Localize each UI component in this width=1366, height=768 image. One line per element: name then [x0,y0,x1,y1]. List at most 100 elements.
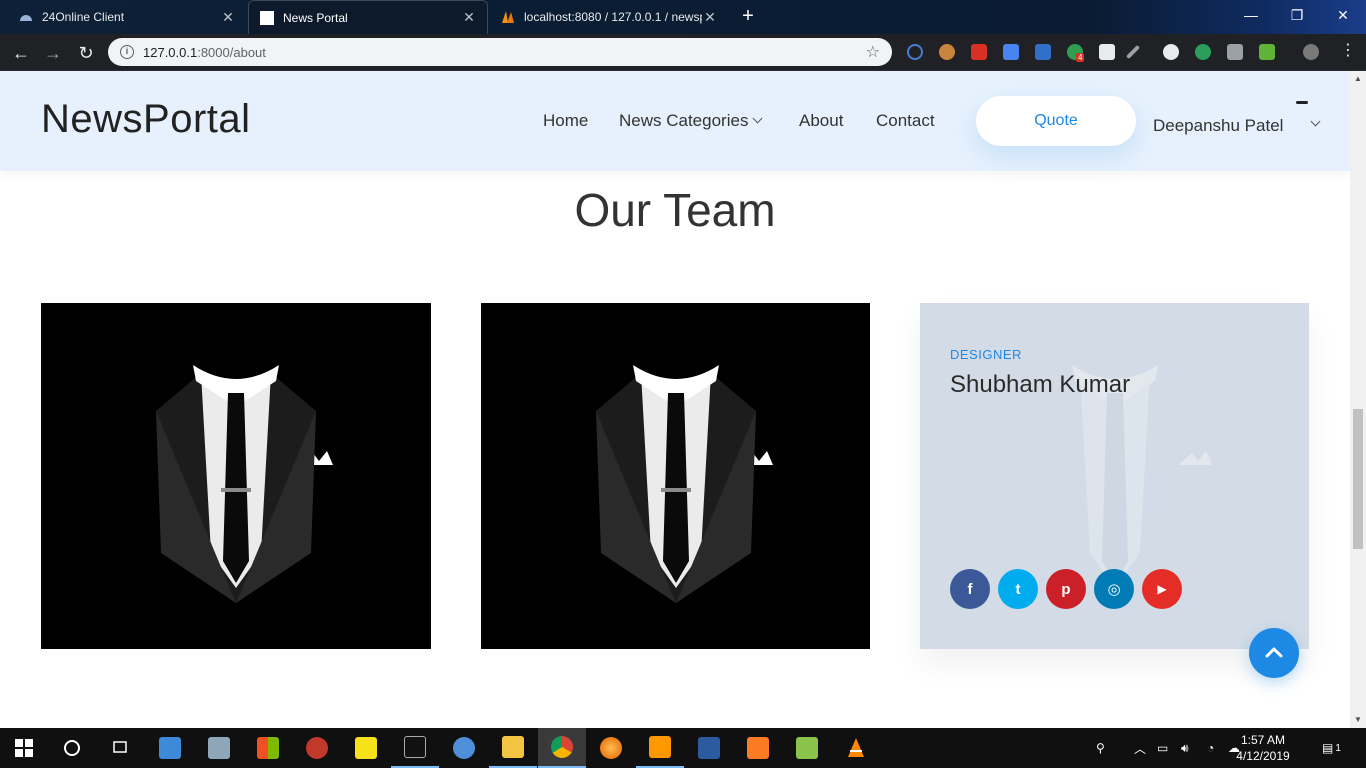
clipboard-extension-icon[interactable] [1099,44,1115,60]
battery-icon[interactable]: ▭ [1157,728,1168,768]
terminal-icon [404,736,426,758]
cors-extension-icon[interactable] [1259,44,1275,60]
taskbar-app-sublime[interactable] [636,728,684,768]
user-indicator [1296,101,1308,104]
windows-taskbar: ⚲ ︿ ▭ 🔊︎ ◔ ☁ 1:57 AM 4/12/2019 ▤ 1 [0,728,1366,768]
tab-phpmyadmin[interactable]: localhost:8080 / 127.0.0.1 / newsp ✕ [490,0,728,34]
suit-image [156,365,333,603]
start-button[interactable] [0,728,48,768]
show-hidden-icons[interactable]: ︿ [1134,728,1146,768]
ip-extension-icon[interactable] [1035,44,1051,60]
psiphon-icon [306,737,328,759]
nav-categories-label: News Categories [619,111,749,130]
close-window-button[interactable]: ✕ [1320,0,1366,30]
site-logo[interactable]: NewsPortal [41,97,251,142]
people-icon[interactable]: ⚲ [1096,728,1105,768]
search-circle-icon [64,740,80,756]
volume-icon[interactable]: 🔊︎ [1181,728,1189,768]
twitter-icon[interactable]: t [998,569,1038,609]
info-icon[interactable]: i [120,45,134,59]
chevron-down-icon[interactable] [1310,116,1321,127]
system-clock[interactable]: 1:57 AM 4/12/2019 [1228,732,1298,764]
page-scrollbar[interactable]: ▲ ▼ [1350,71,1366,728]
browser-tab-strip: 24Online Client ✕ News Portal ✕ localhos… [0,0,1366,34]
scroll-to-top-button[interactable] [1249,628,1299,678]
quote-button[interactable]: Quote [976,96,1136,146]
wifi-icon[interactable]: ◔ [1207,728,1214,768]
notification-center[interactable]: ▤ 1 [1322,728,1341,768]
reload-button[interactable]: ↻ [73,40,99,66]
new-tab-button[interactable]: + [737,5,759,27]
taskbar-app-terminal[interactable] [391,728,439,768]
page-icon [259,10,275,26]
extension-badge: 4 [1076,53,1085,62]
instagram-icon[interactable]: ◎ [1094,569,1134,609]
dev-cpp-icon [698,737,720,759]
taskbar-app-psiphon[interactable] [293,728,341,768]
tab-24online-client[interactable]: 24Online Client ✕ [8,0,246,34]
taskbar-app-photos[interactable] [195,728,243,768]
taskbar-app-control-panel[interactable] [146,728,194,768]
taskbar-app-notepad[interactable] [783,728,831,768]
control-panel-icon [159,737,181,759]
nav-contact[interactable]: Contact [876,111,935,131]
task-view-button[interactable] [96,728,144,768]
drive-extension-icon[interactable] [1227,44,1243,60]
back-button[interactable]: ← [8,40,34,66]
taskbar-app-store[interactable] [244,728,292,768]
team-member-card-featured[interactable]: DESIGNER Shubham Kumar f t p ◎ ▶ [920,303,1309,649]
pen-extension-icon[interactable] [1125,44,1141,60]
xampp-icon [747,737,769,759]
taskbar-app-chrome[interactable] [538,728,586,768]
site-header: NewsPortal Home News Categories About Co… [0,71,1350,171]
vlc-icon [848,738,864,757]
forward-button[interactable]: → [40,40,66,66]
facebook-icon[interactable]: f [950,569,990,609]
taskbar-app-vlc[interactable] [832,728,880,768]
section-title: Our Team [574,184,776,236]
page-viewport: NewsPortal Home News Categories About Co… [0,71,1350,728]
pinterest-icon[interactable]: p [1046,569,1086,609]
profile-avatar[interactable] [1303,44,1319,60]
extension-icon[interactable] [907,44,923,60]
notification-icon: ▤ [1322,741,1334,755]
globe-extension-icon[interactable] [1195,44,1211,60]
taskbar-app-devc[interactable] [685,728,733,768]
scrollbar-thumb[interactable] [1353,409,1363,549]
taskbar-app-file-explorer[interactable] [489,728,537,768]
cookie-extension-icon[interactable] [939,44,955,60]
browser-toolbar: ← → ↻ i 127.0.0.1:8000/about ☆ 4 ⋮ [0,34,1366,71]
chevron-up-icon [1265,647,1283,658]
team-member-card[interactable] [41,303,431,649]
close-icon[interactable]: ✕ [702,9,718,26]
taskbar-app-sticky-notes[interactable] [342,728,390,768]
nav-home[interactable]: Home [543,111,588,131]
address-bar[interactable]: i 127.0.0.1:8000/about ☆ [108,38,892,66]
chrome-icon [551,736,573,758]
shield-extension-icon[interactable] [971,44,987,60]
cortana-button[interactable] [48,728,96,768]
sticky-notes-icon [355,737,377,759]
scroll-up-arrow[interactable]: ▲ [1350,71,1366,87]
minimize-button[interactable]: — [1228,0,1274,30]
link-extension-icon[interactable] [1163,44,1179,60]
badge-extension-icon[interactable]: 4 [1067,44,1085,62]
bookmark-star-icon[interactable]: ☆ [866,42,880,62]
taskbar-app-qbittorrent[interactable] [440,728,488,768]
translate-extension-icon[interactable] [1003,44,1019,60]
close-icon[interactable]: ✕ [220,9,236,26]
taskbar-app-xampp[interactable] [734,728,782,768]
nav-about[interactable]: About [799,111,843,131]
notification-count: 1 [1335,742,1341,754]
nav-news-categories[interactable]: News Categories [619,111,763,131]
close-icon[interactable]: ✕ [461,9,477,26]
taskbar-app-firefox[interactable] [587,728,635,768]
menu-dots-icon[interactable]: ⋮ [1340,43,1356,60]
clock-time: 1:57 AM [1240,733,1286,747]
team-member-card[interactable] [481,303,870,649]
tab-news-portal[interactable]: News Portal ✕ [248,0,488,34]
user-menu[interactable]: Deepanshu Patel [1153,116,1283,136]
youtube-icon[interactable]: ▶ [1142,569,1182,609]
restore-button[interactable]: ❐ [1274,0,1320,30]
scroll-down-arrow[interactable]: ▼ [1350,712,1366,728]
